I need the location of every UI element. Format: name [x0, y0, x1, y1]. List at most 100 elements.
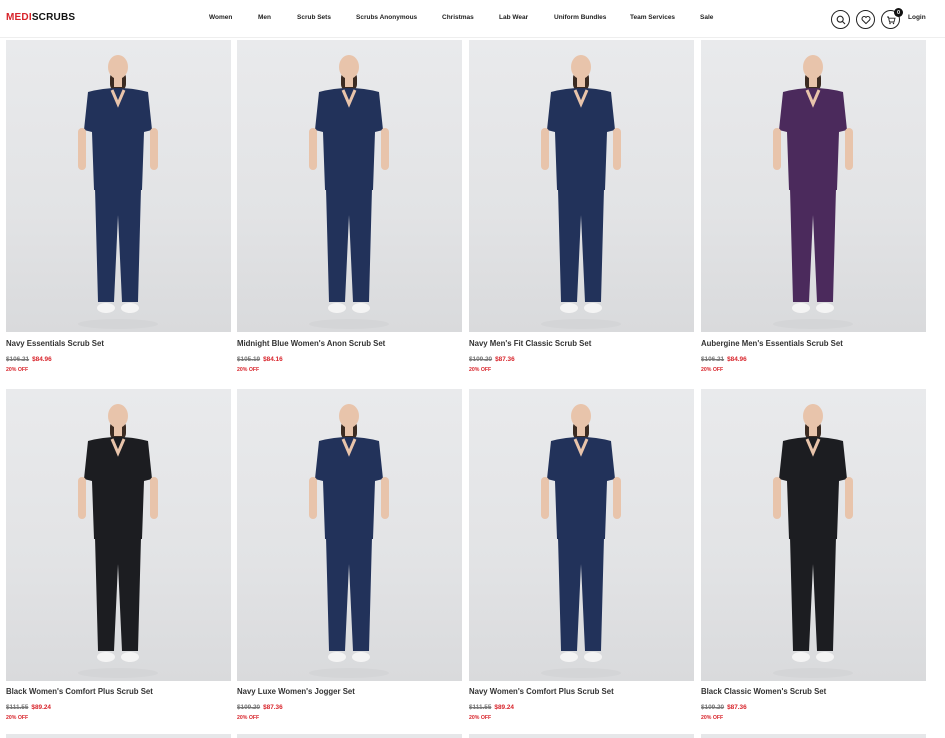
model-figure — [309, 55, 389, 329]
right-arm — [613, 128, 621, 170]
model-figure — [541, 404, 621, 678]
product-image[interactable] — [469, 40, 694, 332]
model-head — [803, 404, 823, 428]
product-name[interactable]: Black Classic Women's Scrub Set — [701, 687, 826, 696]
model-head — [571, 55, 591, 79]
product-image-peek[interactable] — [6, 734, 231, 738]
model-head — [108, 55, 128, 79]
sale-price: $84.16 — [263, 356, 283, 363]
cart-icon — [886, 16, 896, 24]
model-neck — [114, 426, 122, 436]
product-image[interactable] — [6, 389, 231, 681]
model-figure — [78, 404, 158, 678]
product-name[interactable]: Navy Luxe Women's Jogger Set — [237, 687, 355, 696]
nav-item-christmas[interactable]: Christmas — [442, 14, 474, 21]
sale-price: $84.96 — [32, 356, 52, 363]
floor-shadow — [541, 319, 621, 329]
product-image[interactable] — [6, 40, 231, 332]
discount-label: 20% OFF — [469, 715, 492, 721]
left-shoe — [328, 303, 346, 313]
site-header: MEDISCRUBS Women Men Scrub Sets Scrubs A… — [0, 0, 945, 38]
scrub-pants — [326, 188, 372, 302]
left-shoe — [792, 303, 810, 313]
nav-item-team-services[interactable]: Team Services — [630, 14, 675, 21]
scrub-pants — [558, 537, 604, 651]
floor-shadow — [78, 668, 158, 678]
product-prices: $109.20 $87.36 — [701, 704, 747, 711]
product-image[interactable] — [237, 389, 462, 681]
left-arm — [78, 477, 86, 519]
floor-shadow — [773, 319, 853, 329]
right-shoe — [584, 303, 602, 313]
product-grid: Navy Essentials Scrub Set $106.21 $84.96 … — [0, 0, 945, 738]
sale-price: $89.24 — [494, 704, 514, 711]
model-figure — [78, 55, 158, 329]
model-head — [339, 404, 359, 428]
product-prices: $109.20 $87.36 — [237, 704, 283, 711]
product-name[interactable]: Black Women's Comfort Plus Scrub Set — [6, 687, 153, 696]
nav-item-lab-wear[interactable]: Lab Wear — [499, 14, 528, 21]
model-neck — [345, 426, 353, 436]
discount-label: 20% OFF — [6, 715, 29, 721]
nav-item-men[interactable]: Men — [258, 14, 271, 21]
cart-count-badge: 0 — [894, 8, 903, 17]
floor-shadow — [541, 668, 621, 678]
original-price: $106.21 — [701, 356, 725, 363]
left-arm — [309, 128, 317, 170]
scrub-pants — [95, 537, 141, 651]
left-arm — [309, 477, 317, 519]
product-prices: $109.20 $87.36 — [469, 356, 515, 363]
left-shoe — [328, 652, 346, 662]
right-shoe — [584, 652, 602, 662]
product-name[interactable]: Aubergine Men's Essentials Scrub Set — [701, 339, 843, 348]
product-name[interactable]: Midnight Blue Women's Anon Scrub Set — [237, 339, 385, 348]
nav-item-scrub-sets[interactable]: Scrub Sets — [297, 14, 331, 21]
original-price: $109.20 — [701, 704, 725, 711]
model-neck — [809, 426, 817, 436]
model-head — [108, 404, 128, 428]
right-arm — [150, 477, 158, 519]
nav-item-sale[interactable]: Sale — [700, 14, 713, 21]
model-figure — [309, 404, 389, 678]
nav-item-scrubs-anonymous[interactable]: Scrubs Anonymous — [356, 14, 417, 21]
wishlist-button[interactable] — [856, 10, 875, 29]
floor-shadow — [309, 319, 389, 329]
discount-label: 20% OFF — [469, 367, 492, 373]
model-head — [571, 404, 591, 428]
sale-price: $87.36 — [263, 704, 283, 711]
right-shoe — [352, 652, 370, 662]
left-arm — [78, 128, 86, 170]
search-button[interactable] — [831, 10, 850, 29]
right-arm — [845, 477, 853, 519]
right-arm — [613, 477, 621, 519]
sale-price: $87.36 — [495, 356, 515, 363]
product-name[interactable]: Navy Men's Fit Classic Scrub Set — [469, 339, 591, 348]
original-price: $109.20 — [237, 704, 261, 711]
login-link[interactable]: Login — [908, 14, 926, 21]
right-arm — [381, 128, 389, 170]
original-price: $106.21 — [6, 356, 30, 363]
product-image[interactable] — [469, 389, 694, 681]
model-neck — [345, 77, 353, 87]
right-shoe — [121, 652, 139, 662]
product-image-peek[interactable] — [237, 734, 462, 738]
model-figure — [773, 404, 853, 678]
product-image-peek[interactable] — [701, 734, 926, 738]
product-name[interactable]: Navy Essentials Scrub Set — [6, 339, 104, 348]
product-prices: $106.21 $84.96 — [701, 356, 747, 363]
nav-item-uniform-bundles[interactable]: Uniform Bundles — [554, 14, 606, 21]
product-image[interactable] — [701, 389, 926, 681]
nav-item-women[interactable]: Women — [209, 14, 232, 21]
model-neck — [114, 77, 122, 87]
sale-price: $87.36 — [727, 704, 747, 711]
product-image[interactable] — [237, 40, 462, 332]
original-price: $111.55 — [6, 704, 29, 711]
left-shoe — [792, 652, 810, 662]
model-head — [803, 55, 823, 79]
product-name[interactable]: Navy Women's Comfort Plus Scrub Set — [469, 687, 614, 696]
right-arm — [845, 128, 853, 170]
product-image-peek[interactable] — [469, 734, 694, 738]
product-image[interactable] — [701, 40, 926, 332]
floor-shadow — [309, 668, 389, 678]
discount-label: 20% OFF — [701, 715, 724, 721]
